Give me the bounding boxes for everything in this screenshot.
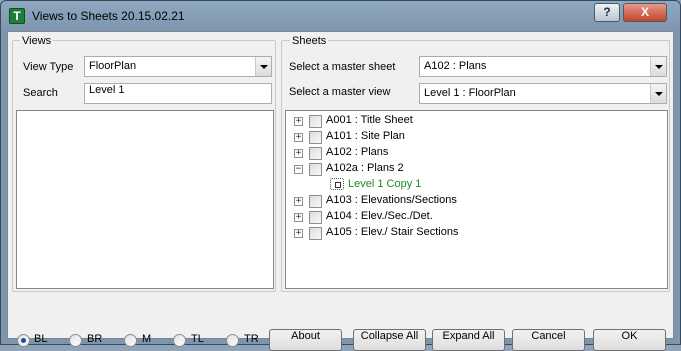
radio-bl[interactable] xyxy=(17,334,30,347)
radio-bl-label: BL xyxy=(34,333,48,345)
master-sheet-value: A102 : Plans xyxy=(424,60,487,72)
expand-icon[interactable]: + xyxy=(294,133,303,142)
radio-m[interactable] xyxy=(124,334,137,347)
sheets-group-title: Sheets xyxy=(290,35,329,47)
sheet-checkbox[interactable] xyxy=(309,227,322,240)
tree-sheet-label: A105 : Elev./ Stair Sections xyxy=(326,226,459,238)
search-label: Search xyxy=(23,87,58,99)
sheet-checkbox[interactable] xyxy=(309,131,322,144)
sheet-checkbox[interactable] xyxy=(309,211,322,224)
tree-sheet-label: A102 : Plans xyxy=(326,146,389,158)
radio-tr-label: TR xyxy=(244,333,259,345)
window-title: Views to Sheets 20.15.02.21 xyxy=(32,9,185,23)
expand-icon[interactable]: + xyxy=(294,229,303,238)
collapse-icon[interactable]: − xyxy=(294,165,303,174)
sheet-checkbox[interactable] xyxy=(309,163,322,176)
about-button[interactable]: About xyxy=(269,329,342,351)
title-bar[interactable]: T Views to Sheets 20.15.02.21 ? X xyxy=(1,1,680,31)
chevron-down-icon[interactable] xyxy=(650,84,666,103)
cancel-button[interactable]: Cancel xyxy=(512,329,585,351)
expand-icon[interactable]: + xyxy=(294,117,303,126)
master-view-dropdown[interactable]: Level 1 : FloorPlan xyxy=(419,83,667,104)
help-button[interactable]: ? xyxy=(594,3,620,22)
tree-sheet-label: A101 : Site Plan xyxy=(326,130,405,142)
tree-sheet-label: A104 : Elev./Sec./Det. xyxy=(326,210,433,222)
views-list[interactable] xyxy=(16,110,274,289)
app-icon: T xyxy=(9,8,25,24)
tree-view-label: Level 1 Copy 1 xyxy=(348,178,422,190)
view-type-dropdown[interactable]: FloorPlan xyxy=(84,56,272,77)
view-type-label: View Type xyxy=(23,61,74,73)
radio-tl-label: TL xyxy=(191,333,204,345)
tree-sheet-label: A102a : Plans 2 xyxy=(326,162,404,174)
sheet-checkbox[interactable] xyxy=(309,195,322,208)
radio-m-label: M xyxy=(142,333,152,345)
expand-icon[interactable]: + xyxy=(294,149,303,158)
expand-all-button[interactable]: Expand All xyxy=(432,329,505,351)
sheet-checkbox[interactable] xyxy=(309,147,322,160)
tree-sheet-label: A001 : Title Sheet xyxy=(326,114,413,126)
radio-tr[interactable] xyxy=(226,334,239,347)
dialog-client-area: Views View Type FloorPlan Search Level 1… xyxy=(7,31,674,351)
radio-br-label: BR xyxy=(87,333,103,345)
chevron-down-icon[interactable] xyxy=(255,57,271,76)
close-button[interactable]: X xyxy=(623,3,667,22)
expand-icon[interactable]: + xyxy=(294,213,303,222)
tree-sheet-label: A103 : Elevations/Sections xyxy=(326,194,457,206)
sheets-tree[interactable]: + A001 : Title Sheet + A101 : Site Plan + A10… xyxy=(285,110,668,289)
sheet-checkbox[interactable] xyxy=(309,115,322,128)
master-sheet-label: Select a master sheet xyxy=(289,61,396,73)
radio-tl[interactable] xyxy=(173,334,186,347)
view-icon xyxy=(330,178,344,190)
expand-icon[interactable]: + xyxy=(294,197,303,206)
master-view-label: Select a master view xyxy=(289,86,391,98)
views-to-sheets-window: T Views to Sheets 20.15.02.21 ? X Views … xyxy=(0,0,681,351)
chevron-down-icon[interactable] xyxy=(650,57,666,76)
collapse-all-button[interactable]: Collapse All xyxy=(353,329,426,351)
radio-br[interactable] xyxy=(69,334,82,347)
view-type-value: FloorPlan xyxy=(89,60,137,72)
master-sheet-dropdown[interactable]: A102 : Plans xyxy=(419,56,667,77)
ok-button[interactable]: OK xyxy=(593,329,666,351)
views-group-title: Views xyxy=(20,35,54,47)
master-view-value: Level 1 : FloorPlan xyxy=(424,87,516,99)
search-input[interactable]: Level 1 xyxy=(84,83,272,104)
